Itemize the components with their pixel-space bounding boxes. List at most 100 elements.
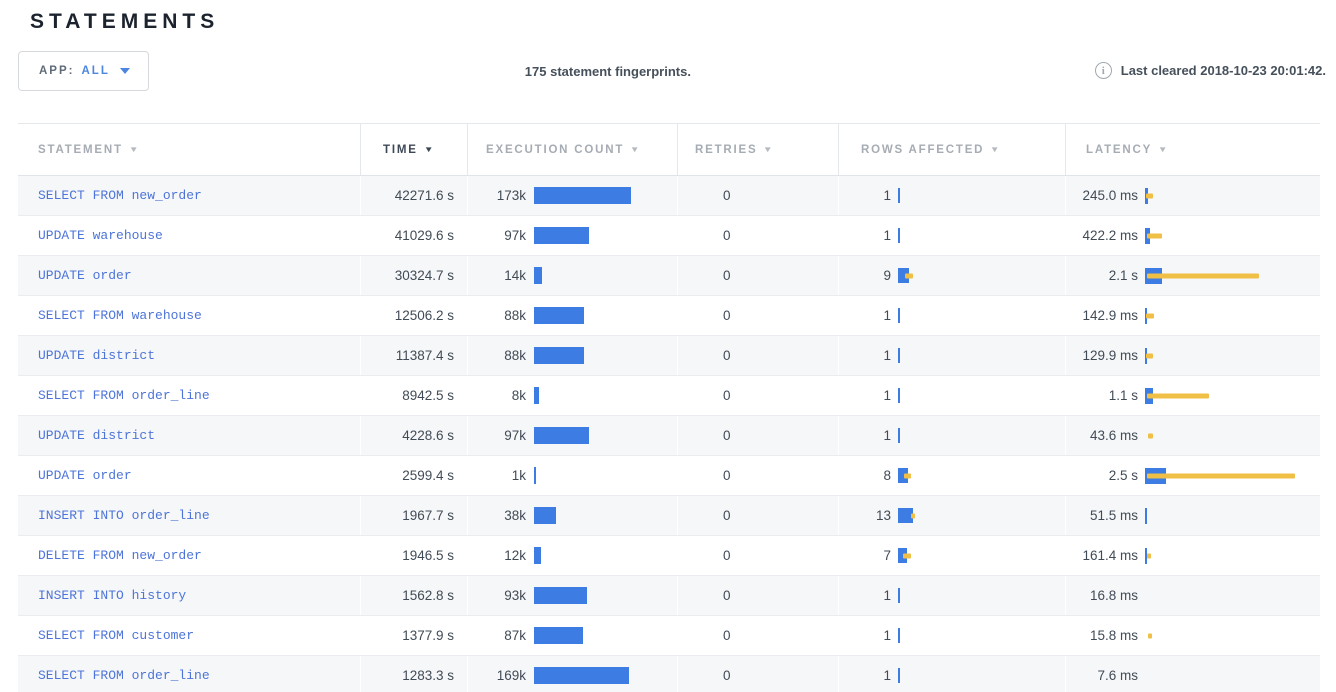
- rows-affected-bar: [898, 468, 1018, 483]
- info-icon[interactable]: i: [1095, 62, 1112, 79]
- rows-affected-value: 1: [839, 228, 891, 243]
- rows-affected-value: 7: [839, 548, 891, 563]
- toolbar: APP: ALL 175 statement fingerprints. i L…: [0, 51, 1336, 91]
- statement-link[interactable]: SELECT FROM order_line: [38, 388, 210, 403]
- table-row: SELECT FROM order_line 8942.5 s 8k 0 1 1…: [18, 376, 1320, 416]
- table-row: SELECT FROM order_line 1283.3 s 169k 0 1…: [18, 656, 1320, 692]
- latency-value: 16.8 ms: [1066, 588, 1138, 603]
- table-row: UPDATE district 4228.6 s 97k 0 1 43.6 ms: [18, 416, 1320, 456]
- statement-link[interactable]: DELETE FROM new_order: [38, 548, 202, 563]
- time-value: 2599.4 s: [402, 468, 454, 483]
- column-header-time[interactable]: TIME ▼: [360, 124, 467, 175]
- execution-count-bar-mean: [534, 467, 536, 484]
- rows-affected-bar-mean: [898, 628, 900, 643]
- rows-affected-value: 8: [839, 468, 891, 483]
- last-cleared: i Last cleared 2018-10-23 20:01:42.: [1095, 62, 1326, 79]
- app-filter-dropdown[interactable]: APP: ALL: [18, 51, 149, 91]
- rows-affected-bar: [898, 428, 1018, 443]
- last-cleared-text: Last cleared 2018-10-23 20:01:42.: [1121, 63, 1326, 78]
- column-header-rows-affected[interactable]: ROWS AFFECTED ▼: [838, 124, 1065, 175]
- rows-affected-bar: [898, 268, 1018, 283]
- latency-value: 2.1 s: [1066, 268, 1138, 283]
- latency-value: 161.4 ms: [1066, 548, 1138, 563]
- retries-value: 0: [723, 548, 731, 563]
- statement-link[interactable]: UPDATE warehouse: [38, 228, 163, 243]
- rows-affected-bar: [898, 228, 1018, 243]
- statement-link[interactable]: UPDATE district: [38, 428, 155, 443]
- statement-link[interactable]: INSERT INTO order_line: [38, 508, 210, 523]
- execution-count-bar: [534, 187, 644, 204]
- statements-table: STATEMENT ▼ TIME ▼ EXECUTION COUNT ▼ RET…: [18, 123, 1320, 692]
- rows-affected-value: 13: [839, 508, 891, 523]
- sort-arrow-icon: ▼: [630, 145, 642, 154]
- column-header-retries[interactable]: RETRIES ▼: [677, 124, 838, 175]
- execution-count-bar: [534, 547, 644, 564]
- execution-count-bar-mean: [534, 627, 583, 644]
- time-value: 42271.6 s: [395, 188, 454, 203]
- column-header-latency[interactable]: LATENCY ▼: [1065, 124, 1320, 175]
- statement-link[interactable]: INSERT INTO history: [38, 588, 186, 603]
- execution-count-value: 173k: [468, 188, 526, 203]
- latency-bar: [1145, 308, 1305, 324]
- retries-value: 0: [723, 308, 731, 323]
- rows-affected-value: 1: [839, 628, 891, 643]
- time-value: 11387.4 s: [396, 348, 454, 363]
- latency-bar: [1145, 188, 1305, 204]
- retries-value: 0: [723, 508, 731, 523]
- latency-value: 43.6 ms: [1066, 428, 1138, 443]
- statement-link[interactable]: UPDATE district: [38, 348, 155, 363]
- sort-arrow-icon: ▼: [763, 145, 775, 154]
- table-row: SELECT FROM warehouse 12506.2 s 88k 0 1 …: [18, 296, 1320, 336]
- statement-link[interactable]: UPDATE order: [38, 268, 132, 283]
- statement-link[interactable]: UPDATE order: [38, 468, 132, 483]
- latency-bar-mean: [1145, 508, 1147, 524]
- rows-affected-bar: [898, 188, 1018, 203]
- execution-count-bar-mean: [534, 667, 629, 684]
- table-row: DELETE FROM new_order 1946.5 s 12k 0 7 1…: [18, 536, 1320, 576]
- latency-bar: [1145, 348, 1305, 364]
- table-row: UPDATE district 11387.4 s 88k 0 1 129.9 …: [18, 336, 1320, 376]
- time-value: 30324.7 s: [395, 268, 454, 283]
- statement-link[interactable]: SELECT FROM order_line: [38, 668, 210, 683]
- chevron-down-icon: [120, 68, 130, 74]
- execution-count-bar-mean: [534, 187, 631, 204]
- latency-value: 1.1 s: [1066, 388, 1138, 403]
- execution-count-bar-mean: [534, 347, 584, 364]
- table-row: SELECT FROM new_order 42271.6 s 173k 0 1…: [18, 176, 1320, 216]
- rows-affected-bar-mean: [898, 428, 900, 443]
- latency-bar: [1145, 668, 1305, 684]
- latency-bar: [1145, 428, 1305, 444]
- latency-bar: [1145, 468, 1305, 484]
- retries-value: 0: [723, 188, 731, 203]
- table-header: STATEMENT ▼ TIME ▼ EXECUTION COUNT ▼ RET…: [18, 123, 1320, 176]
- execution-count-bar-mean: [534, 507, 556, 524]
- rows-affected-bar-mean: [898, 188, 900, 203]
- statements-page: STATEMENTS APP: ALL 175 statement finger…: [0, 10, 1336, 692]
- retries-value: 0: [723, 428, 731, 443]
- latency-bar: [1145, 388, 1305, 404]
- statement-link[interactable]: SELECT FROM new_order: [38, 188, 202, 203]
- rows-affected-bar-stddev: [905, 273, 913, 278]
- execution-count-bar: [534, 347, 644, 364]
- latency-bar-stddev: [1148, 633, 1152, 638]
- latency-bar-stddev: [1147, 393, 1209, 398]
- execution-count-bar-mean: [534, 387, 539, 404]
- latency-bar-stddev: [1147, 233, 1162, 238]
- rows-affected-value: 9: [839, 268, 891, 283]
- execution-count-bar: [534, 387, 644, 404]
- execution-count-bar: [534, 667, 644, 684]
- table-row: INSERT INTO history 1562.8 s 93k 0 1 16.…: [18, 576, 1320, 616]
- latency-bar-stddev: [1147, 473, 1295, 478]
- column-header-statement[interactable]: STATEMENT ▼: [18, 124, 360, 175]
- rows-affected-bar-mean: [898, 668, 900, 683]
- execution-count-bar: [534, 267, 644, 284]
- rows-affected-value: 1: [839, 388, 891, 403]
- rows-affected-value: 1: [839, 668, 891, 683]
- statement-link[interactable]: SELECT FROM customer: [38, 628, 194, 643]
- execution-count-value: 97k: [468, 428, 526, 443]
- column-header-execution-count[interactable]: EXECUTION COUNT ▼: [467, 124, 677, 175]
- retries-value: 0: [723, 348, 731, 363]
- retries-value: 0: [723, 228, 731, 243]
- statement-link[interactable]: SELECT FROM warehouse: [38, 308, 202, 323]
- execution-count-bar-mean: [534, 427, 589, 444]
